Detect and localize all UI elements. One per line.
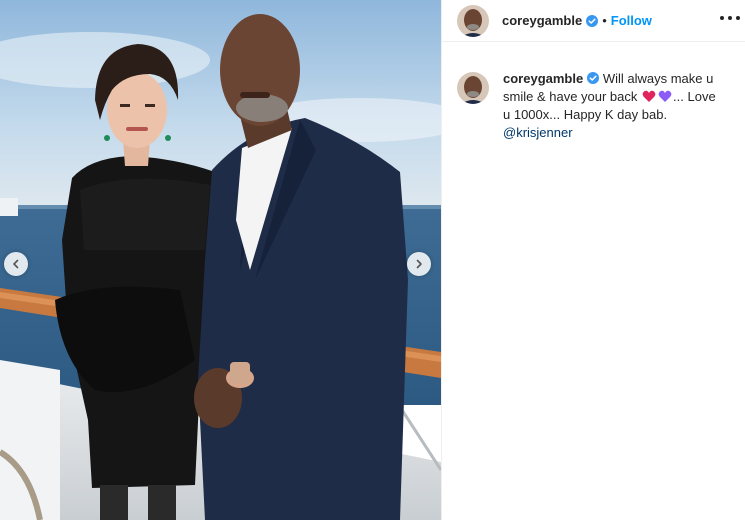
red-heart-emoji-icon xyxy=(642,90,656,102)
header-separator: • xyxy=(602,13,607,28)
next-photo-button[interactable] xyxy=(407,252,431,276)
post-side-panel: coreygamble • Follow coreygamble Will al… xyxy=(441,0,745,520)
couple-on-yacht-image xyxy=(0,0,441,520)
author-avatar[interactable] xyxy=(457,4,489,37)
mention-link[interactable]: @krisjenner xyxy=(503,125,573,140)
more-options-icon[interactable] xyxy=(720,11,740,25)
caption-avatar[interactable] xyxy=(457,72,489,104)
post-caption: coreygamble Will always make u smile & h… xyxy=(457,70,737,142)
chevron-left-icon xyxy=(13,259,19,269)
chevron-right-icon xyxy=(416,259,422,269)
avatar-image xyxy=(457,4,489,37)
caption-username[interactable]: coreygamble xyxy=(503,71,583,86)
verified-badge-icon xyxy=(587,72,600,84)
post-photo[interactable] xyxy=(0,0,441,520)
purple-heart-emoji-icon xyxy=(658,90,672,102)
author-username[interactable]: coreygamble xyxy=(502,13,582,28)
caption-text: coreygamble Will always make u smile & h… xyxy=(503,70,723,142)
avatar-image xyxy=(457,72,489,104)
instagram-post: coreygamble • Follow coreygamble Will al… xyxy=(0,0,745,520)
follow-button[interactable]: Follow xyxy=(611,13,652,28)
previous-photo-button[interactable] xyxy=(4,252,28,276)
post-header: coreygamble • Follow xyxy=(442,0,745,42)
verified-badge-icon xyxy=(586,14,599,27)
